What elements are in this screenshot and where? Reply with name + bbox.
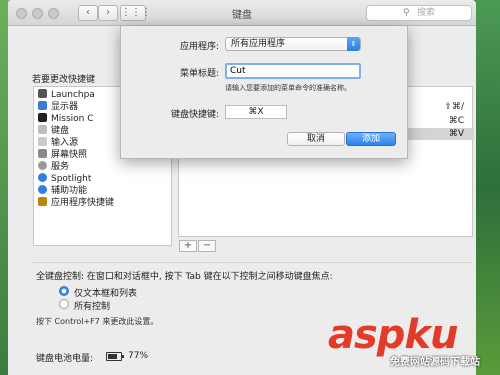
list-item-label: Spotlight bbox=[51, 174, 92, 184]
list-item[interactable]: Spotlight bbox=[38, 173, 91, 185]
screenshot-icon bbox=[38, 149, 47, 158]
search-field[interactable]: ⚲ 搜索 bbox=[366, 5, 472, 21]
keyboard-shortcut-field[interactable]: ⌘X bbox=[225, 105, 287, 119]
battery-percent: 77% bbox=[128, 351, 149, 361]
menu-title-field[interactable]: Cut bbox=[225, 63, 361, 79]
radio-label: 所有控制 bbox=[74, 302, 111, 312]
remove-shortcut-button[interactable]: − bbox=[198, 240, 216, 252]
application-label: 应用程序: bbox=[179, 42, 219, 52]
watermark-tagline: 免费网站源码下载站 bbox=[390, 357, 480, 368]
list-item-selected[interactable]: 应用程序快捷键 bbox=[38, 197, 114, 209]
mission-control-icon bbox=[38, 113, 47, 122]
desktop-background-right bbox=[476, 0, 500, 375]
keyboard-icon bbox=[38, 125, 47, 134]
battery-nub bbox=[122, 355, 124, 358]
list-item[interactable]: 输入源 bbox=[38, 137, 78, 149]
shortcut-cell: ⇧⌘/ bbox=[444, 102, 464, 112]
list-item-label: Mission C bbox=[51, 114, 94, 124]
list-item-label: 显示器 bbox=[51, 102, 79, 112]
list-item[interactable]: 键盘 bbox=[38, 125, 69, 137]
menu-title-label: 菜单标题: bbox=[179, 69, 219, 79]
menu-title-hint: 请输入您要添加的菜单命令的准确名称。 bbox=[225, 84, 351, 92]
list-item-label: 键盘 bbox=[51, 126, 70, 136]
radio-all-controls[interactable] bbox=[59, 299, 69, 309]
sidebar-label: 若要更改快捷键 bbox=[32, 75, 96, 85]
add-button[interactable]: 添加 bbox=[346, 132, 396, 146]
application-popup[interactable]: 所有应用程序 ⇕ bbox=[225, 37, 361, 51]
shortcut-cell: ⌘V bbox=[448, 129, 464, 139]
shortcut-cell: ⌘C bbox=[448, 116, 464, 126]
chevron-updown-icon: ⇕ bbox=[347, 37, 360, 51]
list-item[interactable]: Launchpa bbox=[38, 89, 95, 101]
battery-label: 键盘电池电量: bbox=[36, 354, 94, 364]
radio-text-boxes-lists[interactable] bbox=[59, 286, 69, 296]
watermark-logo: aspku bbox=[328, 312, 459, 358]
accessibility-icon bbox=[38, 185, 47, 194]
search-icon: ⚲ bbox=[403, 8, 410, 18]
list-item[interactable]: 服务 bbox=[38, 161, 69, 173]
title-bar: ‹ › ⋮⋮⋮ 键盘 ⚲ 搜索 bbox=[8, 0, 476, 26]
display-icon bbox=[38, 101, 47, 110]
radio-label: 仅文本框和列表 bbox=[74, 289, 138, 299]
list-item-label: 输入源 bbox=[51, 138, 79, 148]
app-shortcuts-icon bbox=[38, 197, 47, 206]
input-source-icon bbox=[38, 137, 47, 146]
launchpad-icon bbox=[38, 89, 47, 98]
list-item-label: 服务 bbox=[51, 162, 70, 172]
list-item-label: 屏幕快照 bbox=[51, 150, 88, 160]
list-item[interactable]: 显示器 bbox=[38, 101, 78, 113]
keyboard-shortcut-label: 键盘快捷键: bbox=[170, 110, 219, 120]
desktop-background-left bbox=[0, 0, 8, 375]
cancel-button[interactable]: 取消 bbox=[287, 132, 345, 146]
application-popup-value: 所有应用程序 bbox=[231, 39, 286, 49]
list-item[interactable]: 辅助功能 bbox=[38, 185, 87, 197]
add-shortcut-button[interactable]: + bbox=[179, 240, 197, 252]
list-item[interactable]: Mission C bbox=[38, 113, 94, 125]
divider bbox=[32, 262, 472, 263]
gear-icon bbox=[38, 161, 47, 170]
list-item-label: Launchpa bbox=[51, 90, 95, 100]
list-item[interactable]: 屏幕快照 bbox=[38, 149, 87, 161]
search-placeholder: 搜索 bbox=[417, 8, 436, 18]
keyboard-control-hint: 按下 Control+F7 来更改此设置。 bbox=[36, 317, 159, 326]
battery-icon bbox=[106, 352, 124, 361]
list-item-label: 应用程序快捷键 bbox=[51, 198, 115, 208]
add-shortcut-sheet: 应用程序: 所有应用程序 ⇕ 菜单标题: Cut 请输入您要添加的菜单命令的准确… bbox=[120, 26, 408, 159]
spotlight-icon bbox=[38, 173, 47, 182]
full-keyboard-access-label: 全键盘控制: 在窗口和对话框中, 按下 Tab 键在以下控制之间移动键盘焦点: bbox=[36, 272, 333, 282]
list-item-label: 辅助功能 bbox=[51, 186, 88, 196]
battery-level-fill bbox=[108, 354, 117, 359]
